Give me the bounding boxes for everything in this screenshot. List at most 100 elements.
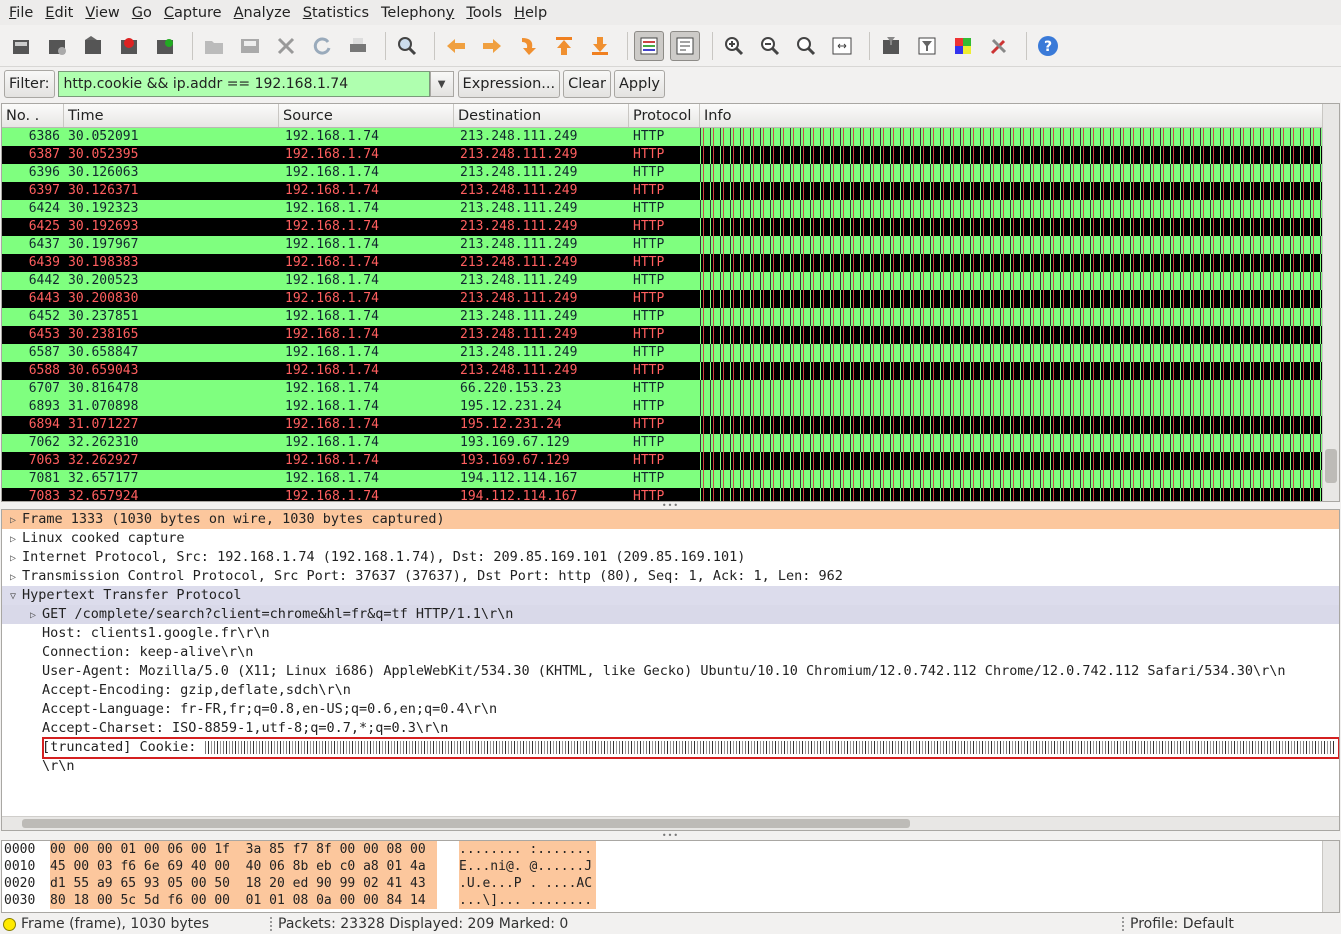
details-tree-item[interactable]: Accept-Encoding: gzip,deflate,sdch\r\n bbox=[2, 681, 1339, 700]
capture-filters-button[interactable] bbox=[876, 31, 906, 61]
print-button[interactable] bbox=[343, 31, 373, 61]
help-button[interactable]: ? bbox=[1033, 31, 1063, 61]
resize-columns-button[interactable] bbox=[827, 31, 857, 61]
collapsed-triangle-icon[interactable]: ▷ bbox=[4, 549, 22, 568]
details-tree-item[interactable]: ▷ GET /complete/search?client=chrome&hl=f… bbox=[2, 605, 1339, 624]
save-file-button[interactable] bbox=[235, 31, 265, 61]
collapsed-triangle-icon[interactable]: ▷ bbox=[4, 568, 22, 587]
go-back-button[interactable] bbox=[441, 31, 471, 61]
display-filters-button[interactable] bbox=[912, 31, 942, 61]
packet-row[interactable]: 6386 30.052091 192.168.1.74 213.248.111.249… bbox=[2, 128, 1339, 146]
restart-capture-button[interactable] bbox=[150, 31, 180, 61]
interfaces-button[interactable] bbox=[6, 31, 36, 61]
packet-row[interactable]: 6707 30.816478 192.168.1.74 66.220.153.23 HT… bbox=[2, 380, 1339, 398]
details-tree-item[interactable]: User-Agent: Mozilla/5.0 (X11; Linux i686… bbox=[2, 662, 1339, 681]
column-header-no[interactable]: No. . bbox=[2, 104, 64, 127]
details-tree-item[interactable]: Host: clients1.google.fr\r\n bbox=[2, 624, 1339, 643]
scrollbar-thumb[interactable] bbox=[22, 819, 910, 828]
clear-button[interactable]: Clear bbox=[563, 70, 612, 98]
details-tree-item[interactable]: ▷ Internet Protocol, Src: 192.168.1.74 (1… bbox=[2, 548, 1339, 567]
packet-row[interactable]: 7063 32.262927 192.168.1.74 193.169.67.129 H… bbox=[2, 452, 1339, 470]
find-packet-button[interactable] bbox=[392, 31, 422, 61]
hex-bytes[interactable]: 00 00 00 01 00 06 00 1f 3a 85 f7 8f 00 0… bbox=[50, 841, 437, 858]
status-profile[interactable]: Profile: Default bbox=[1130, 916, 1234, 932]
details-tree-item[interactable]: ▷ Transmission Control Protocol, Src Port… bbox=[2, 567, 1339, 586]
hex-ascii[interactable]: ...\]... ........ bbox=[459, 892, 596, 909]
auto-scroll-button[interactable] bbox=[670, 30, 700, 61]
close-file-button[interactable] bbox=[271, 31, 301, 61]
hex-ascii[interactable]: .U.e...P . ....AC bbox=[459, 875, 596, 892]
zoom-out-button[interactable] bbox=[755, 31, 785, 61]
hex-scrollbar[interactable] bbox=[1322, 841, 1339, 912]
packet-row[interactable]: 7062 32.262310 192.168.1.74 193.169.67.129 H… bbox=[2, 434, 1339, 452]
column-header-source[interactable]: Source bbox=[279, 104, 454, 127]
scrollbar-thumb[interactable] bbox=[1325, 449, 1337, 483]
menu-go[interactable]: Go bbox=[126, 5, 158, 21]
menu-view[interactable]: View bbox=[79, 5, 125, 21]
packet-row[interactable]: 6893 31.070898 192.168.1.74 195.12.231.24 HT… bbox=[2, 398, 1339, 416]
packet-row[interactable]: 6453 30.238165 192.168.1.74 213.248.111.249… bbox=[2, 326, 1339, 344]
details-tree-item[interactable]: ▷ Linux cooked capture bbox=[2, 529, 1339, 548]
menu-edit[interactable]: Edit bbox=[39, 5, 79, 21]
packet-row[interactable]: 6439 30.198383 192.168.1.74 213.248.111.249… bbox=[2, 254, 1339, 272]
go-last-button[interactable] bbox=[585, 31, 615, 61]
hex-bytes[interactable]: 80 18 00 5c 5d f6 00 00 01 01 08 0a 00 0… bbox=[50, 892, 437, 909]
expert-info-icon[interactable] bbox=[3, 917, 16, 931]
menu-tools[interactable]: Tools bbox=[460, 5, 508, 21]
open-file-button[interactable] bbox=[199, 31, 229, 61]
pane-splitter-bottom[interactable]: ••• bbox=[0, 831, 1341, 840]
packet-row[interactable]: 6894 31.071227 192.168.1.74 195.12.231.24 HT… bbox=[2, 416, 1339, 434]
packet-row[interactable]: 6452 30.237851 192.168.1.74 213.248.111.249… bbox=[2, 308, 1339, 326]
expression-button[interactable]: Expression... bbox=[457, 70, 561, 98]
menu-capture[interactable]: Capture bbox=[158, 5, 228, 21]
packet-row[interactable]: 6442 30.200523 192.168.1.74 213.248.111.249… bbox=[2, 272, 1339, 290]
hex-ascii[interactable]: E...ni@. @......J bbox=[459, 858, 596, 875]
column-header-protocol[interactable]: Protocol bbox=[629, 104, 700, 127]
filter-label-button[interactable]: Filter: bbox=[4, 70, 55, 98]
menu-file[interactable]: File bbox=[3, 5, 39, 21]
packet-row[interactable]: 6387 30.052395 192.168.1.74 213.248.111.249… bbox=[2, 146, 1339, 164]
packet-list-scrollbar[interactable] bbox=[1322, 104, 1339, 501]
zoom-in-button[interactable] bbox=[719, 31, 749, 61]
zoom-normal-button[interactable] bbox=[791, 31, 821, 61]
details-tree-item[interactable]: Accept-Language: fr-FR,fr;q=0.8,en-US;q=… bbox=[2, 700, 1339, 719]
packet-row[interactable]: 6587 30.658847 192.168.1.74 213.248.111.249… bbox=[2, 344, 1339, 362]
packet-row[interactable]: 6588 30.659043 192.168.1.74 213.248.111.249… bbox=[2, 362, 1339, 380]
column-header-info[interactable]: Info bbox=[700, 104, 1339, 127]
start-capture-button[interactable] bbox=[78, 31, 108, 61]
collapsed-triangle-icon[interactable]: ▷ bbox=[4, 511, 22, 530]
hex-bytes[interactable]: 45 00 03 f6 6e 69 40 00 40 06 8b eb c0 a… bbox=[50, 858, 437, 875]
details-h-scrollbar[interactable] bbox=[2, 816, 1339, 830]
expanded-triangle-icon[interactable]: ▽ bbox=[4, 587, 22, 606]
go-to-packet-button[interactable] bbox=[513, 31, 543, 61]
packet-row[interactable]: 6424 30.192323 192.168.1.74 213.248.111.249… bbox=[2, 200, 1339, 218]
capture-options-button[interactable] bbox=[42, 31, 72, 61]
packet-row[interactable]: 7081 32.657177 192.168.1.74 194.112.114.167… bbox=[2, 470, 1339, 488]
collapsed-triangle-icon[interactable]: ▷ bbox=[4, 530, 22, 549]
go-first-button[interactable] bbox=[549, 31, 579, 61]
menu-help[interactable]: Help bbox=[508, 5, 553, 21]
menu-statistics[interactable]: Statistics bbox=[297, 5, 375, 21]
details-tree-item[interactable]: ▷ Frame 1333 (1030 bytes on wire, 1030 by… bbox=[2, 510, 1339, 529]
packet-row[interactable]: 6443 30.200830 192.168.1.74 213.248.111.249… bbox=[2, 290, 1339, 308]
go-forward-button[interactable] bbox=[477, 31, 507, 61]
column-header-destination[interactable]: Destination bbox=[454, 104, 629, 127]
menu-telephony[interactable]: Telephony bbox=[375, 5, 460, 21]
colorize-button[interactable] bbox=[634, 30, 664, 61]
column-header-time[interactable]: Time bbox=[64, 104, 279, 127]
coloring-rules-button[interactable] bbox=[948, 31, 978, 61]
filter-dropdown-button[interactable]: ▼ bbox=[429, 71, 454, 97]
packet-row[interactable]: 6397 30.126371 192.168.1.74 213.248.111.249… bbox=[2, 182, 1339, 200]
apply-button[interactable]: Apply bbox=[614, 70, 665, 98]
details-tree-item[interactable]: Accept-Charset: ISO-8859-1,utf-8;q=0.7,*… bbox=[2, 719, 1339, 738]
packet-row[interactable]: 6396 30.126063 192.168.1.74 213.248.111.249… bbox=[2, 164, 1339, 182]
filter-input[interactable]: http.cookie && ip.addr == 192.168.1.74 bbox=[57, 71, 430, 97]
details-tree-item[interactable]: ▽ Hypertext Transfer Protocol bbox=[2, 586, 1339, 605]
reload-button[interactable] bbox=[307, 31, 337, 61]
collapsed-triangle-icon[interactable]: ▷ bbox=[24, 606, 42, 625]
pane-splitter-top[interactable]: ••• bbox=[0, 501, 1341, 510]
hex-bytes[interactable]: d1 55 a9 65 93 05 00 50 18 20 ed 90 99 0… bbox=[50, 875, 437, 892]
preferences-button[interactable] bbox=[984, 31, 1014, 61]
stop-capture-button[interactable] bbox=[114, 31, 144, 61]
details-tree-item[interactable]: \r\n bbox=[2, 757, 1339, 776]
